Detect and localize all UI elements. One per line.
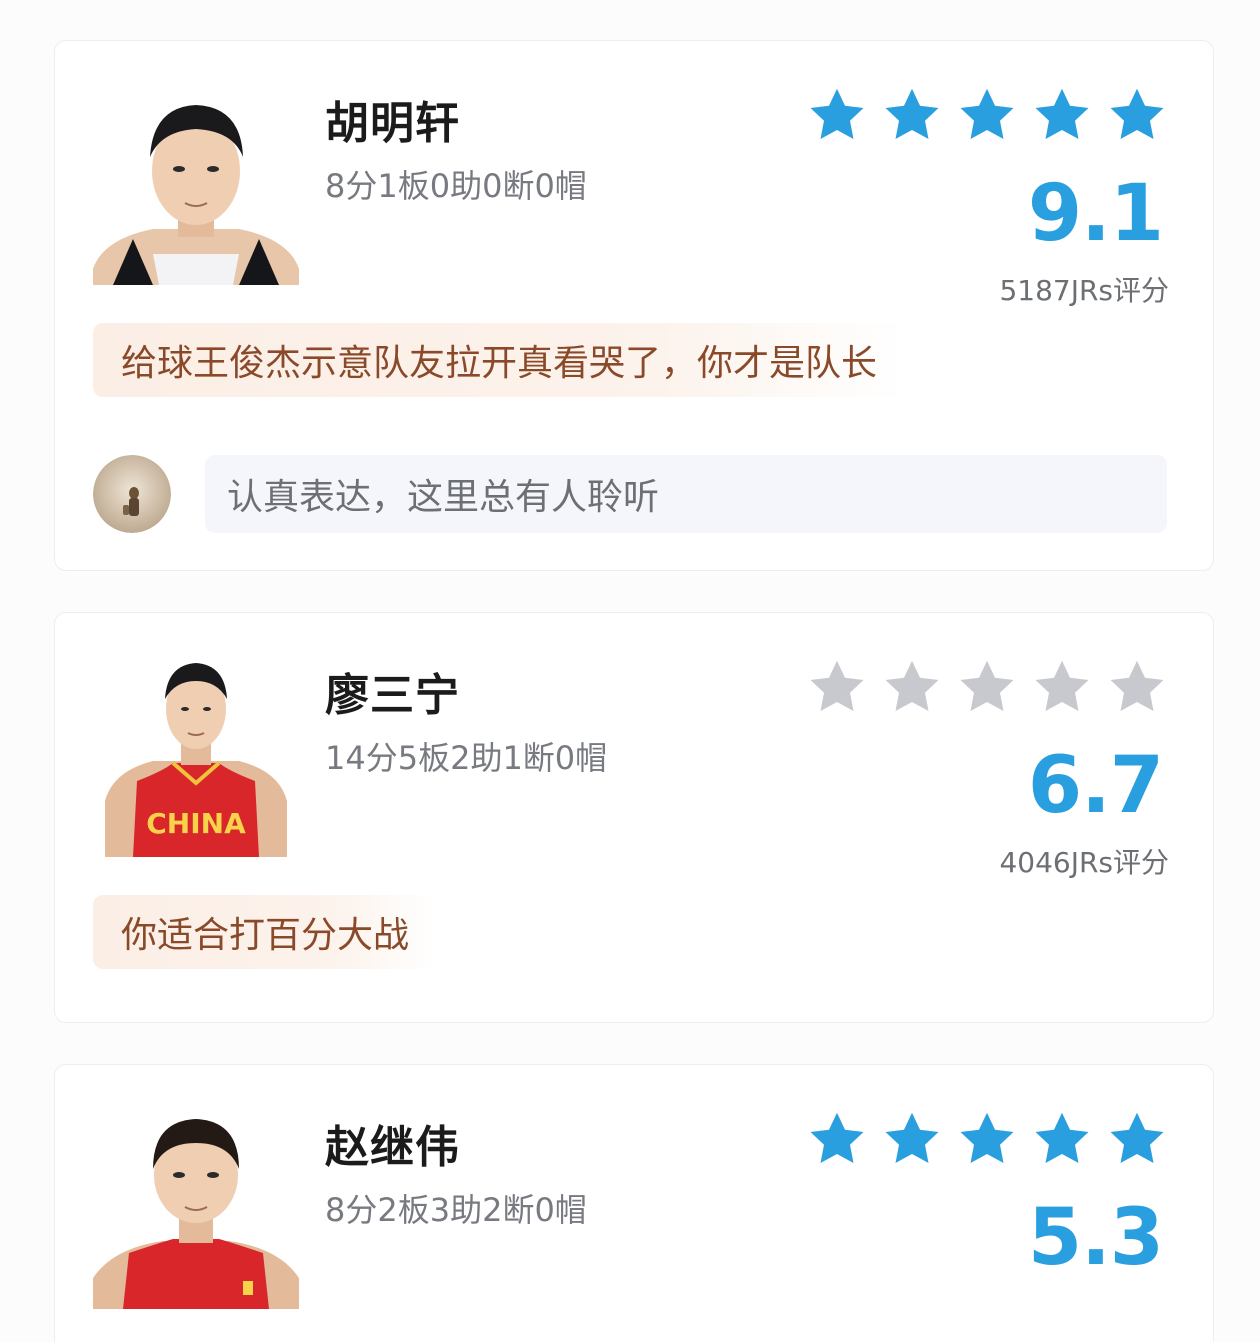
star-icon[interactable]: [807, 85, 867, 145]
star-icon[interactable]: [807, 1109, 867, 1169]
player-name[interactable]: 胡明轩: [325, 87, 460, 151]
rating-stars[interactable]: [807, 657, 1167, 717]
player-name[interactable]: 廖三宁: [325, 659, 460, 723]
star-icon[interactable]: [807, 657, 867, 717]
star-icon[interactable]: [1032, 85, 1092, 145]
star-icon[interactable]: [957, 85, 1017, 145]
player-score: 9.1: [1027, 169, 1164, 259]
player-stats: 14分5板2助1断0帽: [325, 739, 608, 777]
player-card-zhao-jiwei: 赵继伟 8分2板3助2断0帽 5.3: [54, 1064, 1214, 1342]
star-icon[interactable]: [957, 657, 1017, 717]
player-name[interactable]: 赵继伟: [325, 1111, 460, 1175]
top-comment[interactable]: 你适合打百分大战: [93, 895, 438, 969]
star-icon[interactable]: [882, 85, 942, 145]
player-photo-avatar: CHINA: [93, 651, 299, 857]
star-icon[interactable]: [1032, 657, 1092, 717]
star-icon[interactable]: [957, 1109, 1017, 1169]
player-photo-avatar: [93, 1103, 299, 1309]
star-icon[interactable]: [1107, 85, 1167, 145]
player-card-liao-sanning: CHINA 廖三宁 14分5板2助1断0帽 6.7 4046JRs评分 你适合打…: [54, 612, 1214, 1023]
top-comment[interactable]: 给球王俊杰示意队友拉开真看哭了，你才是队长: [93, 323, 906, 397]
star-icon[interactable]: [1107, 1109, 1167, 1169]
vote-count: 4046JRs评分: [999, 846, 1169, 879]
svg-text:CHINA: CHINA: [146, 807, 246, 840]
star-icon[interactable]: [882, 1109, 942, 1169]
rating-stars[interactable]: [807, 85, 1167, 145]
star-icon[interactable]: [1107, 657, 1167, 717]
user-avatar: [93, 455, 171, 533]
player-card-hu-mingxuan: 胡明轩 8分1板0助0断0帽 9.1 5187JRs评分 给球王俊杰示意队友拉开…: [54, 40, 1214, 571]
player-score: 5.3: [1027, 1193, 1164, 1283]
player-score: 6.7: [1027, 741, 1164, 831]
comment-input[interactable]: 认真表达，这里总有人聆听: [205, 455, 1167, 533]
rating-stars[interactable]: [807, 1109, 1167, 1169]
star-icon[interactable]: [1032, 1109, 1092, 1169]
star-icon[interactable]: [882, 657, 942, 717]
player-stats: 8分2板3助2断0帽: [325, 1191, 587, 1229]
vote-count: 5187JRs评分: [999, 274, 1169, 307]
player-stats: 8分1板0助0断0帽: [325, 167, 587, 205]
player-photo-avatar: [93, 79, 299, 285]
